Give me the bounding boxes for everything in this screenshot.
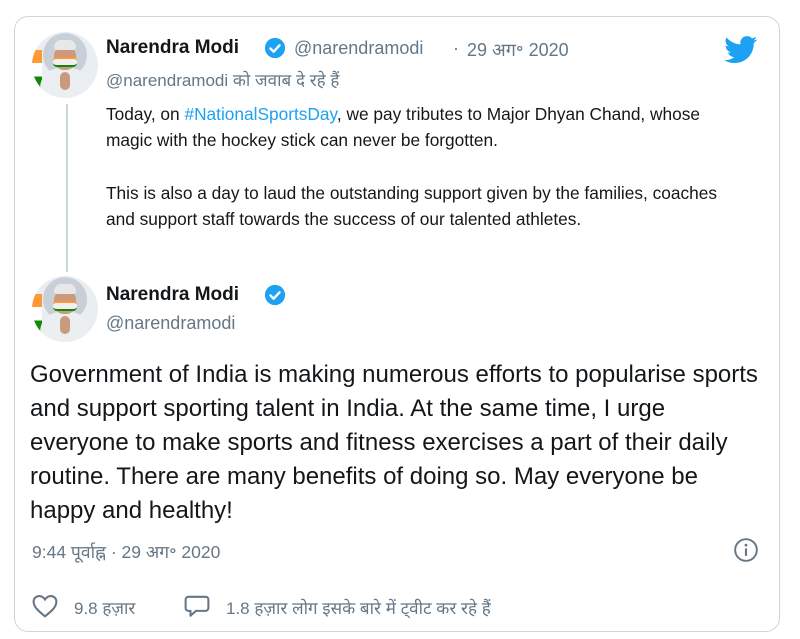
main-tweet-timestamp[interactable]: 9:44 पूर्वाह्न · 29 अग॰ 2020: [32, 540, 220, 564]
verified-badge-icon: [264, 284, 286, 306]
main-tweet-text: Government of India is making numerous e…: [30, 361, 758, 524]
parent-author-handle[interactable]: @narendramodi: [294, 38, 423, 59]
parent-tweet-paragraph-2: This is also a day to laud the outstandi…: [106, 183, 717, 229]
parent-tweet-date[interactable]: 29 अग॰ 2020: [467, 38, 569, 62]
parent-tweet-paragraph-1: Today, on #NationalSportsDay, we pay tri…: [106, 101, 746, 153]
main-author-avatar[interactable]: [32, 276, 98, 342]
talking-count[interactable]: 1.8 हज़ार लोग इसके बारे में ट्वीट कर रहे…: [226, 596, 491, 619]
parent-text-before-hashtag: Today, on: [106, 104, 185, 124]
main-author-name[interactable]: Narendra Modi: [106, 284, 239, 306]
info-icon[interactable]: [733, 537, 759, 563]
heart-icon[interactable]: [32, 594, 58, 618]
thread-connector-line: [66, 104, 68, 272]
speech-bubble-icon[interactable]: [184, 594, 210, 618]
hashtag-link[interactable]: #NationalSportsDay: [184, 104, 336, 124]
replying-to-label[interactable]: @narendramodi को जवाब दे रहे हैं: [106, 68, 339, 91]
parent-author-name[interactable]: Narendra Modi: [106, 37, 239, 59]
parent-date-separator: ·: [453, 38, 459, 58]
parent-author-avatar[interactable]: [32, 32, 98, 98]
twitter-bird-icon[interactable]: [724, 36, 758, 64]
main-author-handle[interactable]: @narendramodi: [106, 313, 235, 334]
like-count[interactable]: 9.8 हज़ार: [74, 596, 135, 619]
verified-badge-icon: [264, 37, 286, 59]
